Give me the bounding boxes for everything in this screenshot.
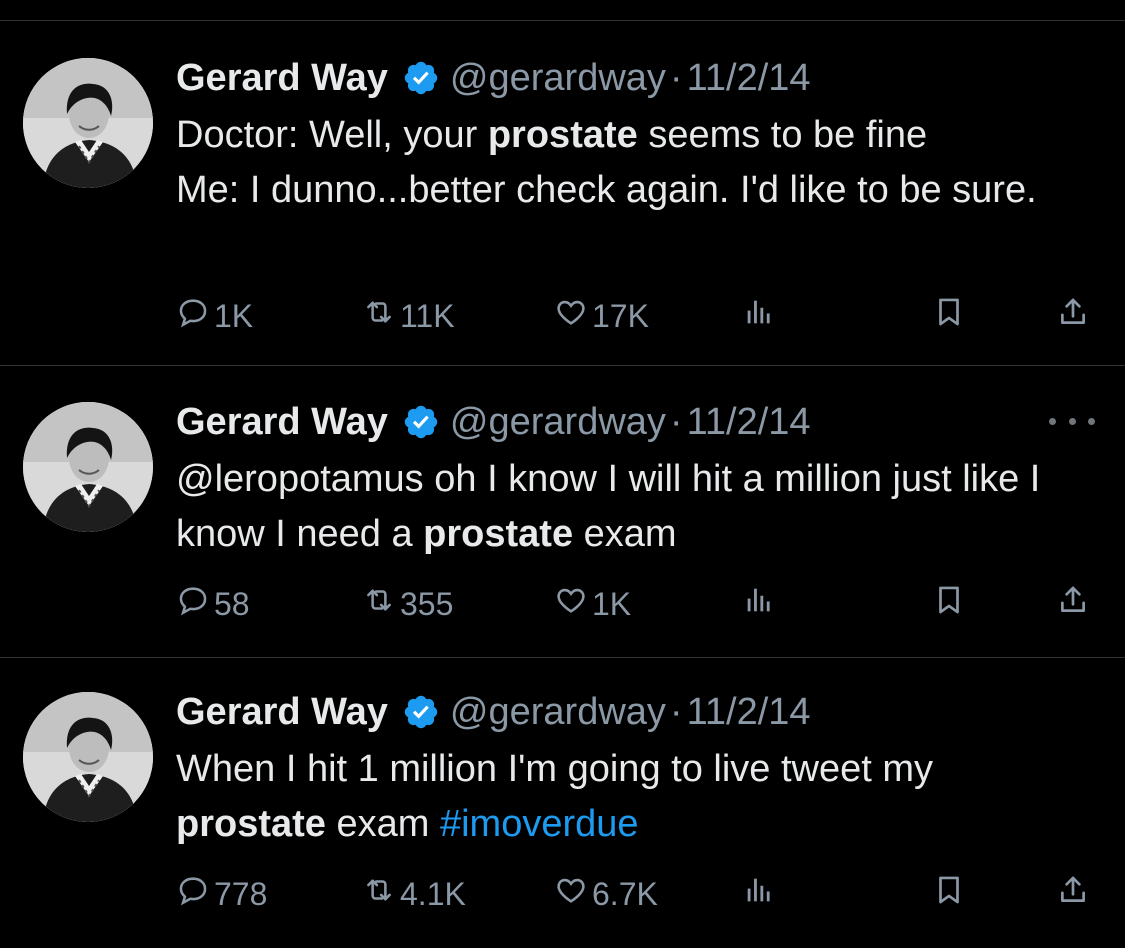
like-count: 6.7K — [592, 875, 658, 912]
views-icon — [742, 583, 780, 625]
reply-button[interactable]: 1K — [176, 294, 253, 338]
reply-icon — [176, 873, 214, 915]
repost-button[interactable]: 11K — [362, 294, 455, 338]
more-icon-dot — [1088, 417, 1095, 425]
tweet-header: Gerard Way @gerardway · 11/2/14 — [176, 690, 811, 734]
share-icon — [1056, 295, 1094, 337]
share-button[interactable] — [1056, 582, 1094, 626]
text-span: Me: I dunno...better check again. I'd li… — [176, 169, 1037, 211]
repost-icon — [362, 583, 400, 625]
bookmark-icon — [932, 295, 970, 337]
text-span: When I hit 1 million I'm going to live t… — [176, 748, 933, 790]
share-button[interactable] — [1056, 872, 1094, 916]
bookmark-button[interactable] — [932, 294, 970, 338]
tweet-date[interactable]: 11/2/14 — [687, 691, 811, 734]
text-span: exam — [573, 513, 677, 555]
like-button[interactable]: 1K — [554, 582, 631, 626]
views-button[interactable] — [742, 872, 780, 916]
user-handle[interactable]: @gerardway — [450, 401, 666, 444]
divider — [0, 365, 1125, 366]
user-handle[interactable]: @gerardway — [450, 691, 666, 734]
divider — [0, 657, 1125, 658]
text-span: Doctor: Well, your — [176, 114, 488, 156]
reply-button[interactable]: 778 — [176, 872, 267, 916]
action-bar: 1K 11K 17K — [176, 294, 1096, 338]
reply-count: 58 — [214, 585, 250, 622]
bookmark-button[interactable] — [932, 582, 970, 626]
views-icon — [742, 295, 780, 337]
verified-badge-icon — [402, 59, 440, 97]
repost-button[interactable]: 4.1K — [362, 872, 466, 916]
like-button[interactable]: 6.7K — [554, 872, 658, 916]
tweet-text: Doctor: Well, your prostate seems to be … — [176, 108, 1076, 218]
share-button[interactable] — [1056, 294, 1094, 338]
display-name[interactable]: Gerard Way — [176, 401, 388, 444]
bookmark-icon — [932, 873, 970, 915]
bookmark-button[interactable] — [932, 872, 970, 916]
repost-icon — [362, 295, 400, 337]
user-handle[interactable]: @gerardway — [450, 57, 666, 100]
repost-icon — [362, 873, 400, 915]
highlighted-term: prostate — [176, 803, 326, 845]
display-name[interactable]: Gerard Way — [176, 57, 388, 100]
more-icon-dot — [1049, 417, 1056, 425]
views-button[interactable] — [742, 294, 780, 338]
like-count: 1K — [592, 585, 632, 622]
share-icon — [1056, 873, 1094, 915]
text-span: exam — [325, 803, 440, 845]
repost-count: 4.1K — [400, 875, 466, 912]
repost-count: 355 — [400, 585, 454, 622]
reply-button[interactable]: 58 — [176, 582, 250, 626]
tweet-date[interactable]: 11/2/14 — [687, 57, 811, 100]
hashtag-link[interactable]: #imoverdue — [440, 803, 639, 845]
tweet-text: @leropotamus oh I know I will hit a mill… — [176, 452, 1076, 562]
divider — [0, 20, 1125, 21]
avatar[interactable] — [23, 58, 153, 188]
verified-badge-icon — [402, 403, 440, 441]
tweet-feed: Gerard Way @gerardway · 11/2/14 Doctor: … — [0, 0, 1125, 948]
reply-count: 1K — [214, 297, 254, 334]
verified-badge-icon — [402, 693, 440, 731]
heart-icon — [554, 295, 592, 337]
display-name[interactable]: Gerard Way — [176, 691, 388, 734]
views-button[interactable] — [742, 582, 780, 626]
heart-icon — [554, 873, 592, 915]
avatar[interactable] — [23, 402, 153, 532]
tweet-header: Gerard Way @gerardway · 11/2/14 — [176, 400, 811, 444]
like-button[interactable]: 17K — [554, 294, 649, 338]
highlighted-term: prostate — [487, 114, 638, 156]
action-bar: 778 4.1K 6.7K — [176, 872, 1096, 916]
separator: · — [669, 56, 683, 99]
heart-icon — [554, 583, 592, 625]
tweet-header: Gerard Way @gerardway · 11/2/14 — [176, 56, 811, 100]
action-bar: 58 355 1K — [176, 582, 1096, 626]
views-icon — [742, 873, 780, 915]
reply-icon — [176, 583, 214, 625]
avatar[interactable] — [23, 692, 153, 822]
more-options-button[interactable] — [1049, 406, 1095, 436]
share-icon — [1056, 583, 1094, 625]
tweet-date[interactable]: 11/2/14 — [687, 401, 811, 444]
highlighted-term: prostate — [423, 513, 574, 555]
separator: · — [669, 400, 683, 443]
repost-button[interactable]: 355 — [362, 582, 453, 626]
reply-icon — [176, 295, 214, 337]
like-count: 17K — [592, 297, 649, 334]
bookmark-icon — [932, 583, 970, 625]
reply-count: 778 — [214, 875, 268, 912]
separator: · — [669, 690, 683, 733]
tweet-text: When I hit 1 million I'm going to live t… — [176, 742, 1076, 852]
repost-count: 11K — [400, 297, 455, 334]
text-span: seems to be fine — [637, 114, 928, 156]
more-icon-dot — [1068, 417, 1076, 425]
